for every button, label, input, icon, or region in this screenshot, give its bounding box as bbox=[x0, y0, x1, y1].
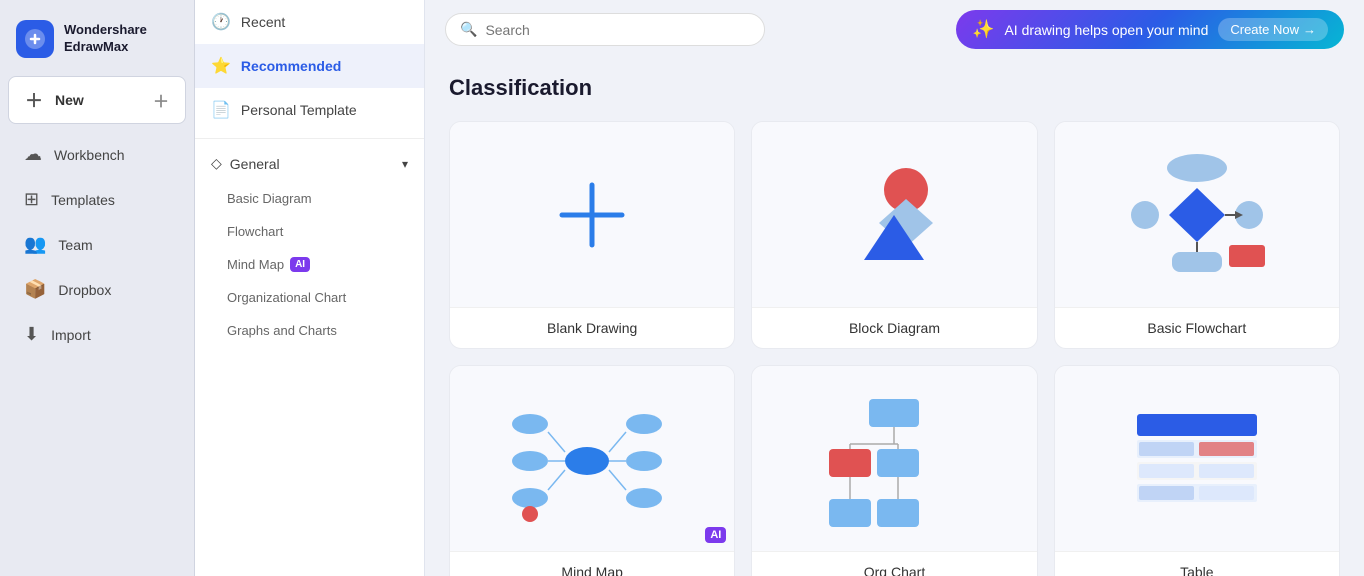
people-icon: 👥 bbox=[24, 234, 46, 255]
mind-map-ai-badge: AI bbox=[705, 527, 726, 543]
org-chart-card[interactable]: Org Chart bbox=[751, 365, 1037, 576]
left-sidebar: Wondershare EdrawMax ＋ New ＋ ☁ Workbench… bbox=[0, 0, 195, 576]
file-icon: 📄 bbox=[211, 100, 231, 120]
main-content: 🔍 ✨ AI drawing helps open your mind Crea… bbox=[425, 0, 1364, 576]
sidebar-item-import[interactable]: ⬇ Import bbox=[8, 314, 186, 355]
sidebar-item-dropbox[interactable]: 📦 Dropbox bbox=[8, 269, 186, 310]
mind-map-visual: AI bbox=[450, 366, 734, 551]
graphs-charts-item[interactable]: Graphs and Charts bbox=[195, 314, 424, 347]
clock-icon: 🕐 bbox=[211, 12, 231, 32]
chevron-down-icon: ▾ bbox=[402, 157, 408, 171]
table-visual bbox=[1055, 366, 1339, 551]
ai-sparkle-icon: ✨ bbox=[972, 19, 994, 40]
recommended-item[interactable]: ⭐ Recommended bbox=[195, 44, 424, 88]
middle-panel: 🕐 Recent ⭐ Recommended 📄 Personal Templa… bbox=[195, 0, 425, 576]
table-label: Table bbox=[1055, 551, 1339, 576]
blank-drawing-label: Blank Drawing bbox=[450, 307, 734, 348]
mind-map-item[interactable]: Mind Map AI bbox=[195, 248, 424, 281]
personal-template-item[interactable]: 📄 Personal Template bbox=[195, 88, 424, 132]
create-now-button[interactable]: Create Now → bbox=[1218, 18, 1328, 41]
search-input[interactable] bbox=[485, 22, 750, 38]
top-bar: 🔍 ✨ AI drawing helps open your mind Crea… bbox=[425, 0, 1364, 59]
org-chart-item[interactable]: Organizational Chart bbox=[195, 281, 424, 314]
blank-drawing-visual bbox=[450, 122, 734, 307]
new-icon: ＋ bbox=[25, 87, 43, 113]
sidebar-item-team[interactable]: 👥 Team bbox=[8, 224, 186, 265]
download-icon: ⬇ bbox=[24, 324, 39, 345]
diamond-icon: ◇ bbox=[211, 155, 222, 172]
general-section-header[interactable]: ◇ General ▾ bbox=[195, 145, 424, 182]
cards-grid: Blank Drawing Block Diagram bbox=[449, 121, 1340, 576]
basic-flowchart-card[interactable]: Basic Flowchart bbox=[1054, 121, 1340, 349]
block-diagram-label: Block Diagram bbox=[752, 307, 1036, 348]
grid-icon: ⊞ bbox=[24, 189, 39, 210]
sidebar-item-workbench[interactable]: ☁ Workbench bbox=[8, 134, 186, 175]
new-plus-icon: ＋ bbox=[153, 88, 169, 112]
search-icon: 🔍 bbox=[460, 21, 477, 38]
star-icon: ⭐ bbox=[211, 56, 231, 76]
recent-item[interactable]: 🕐 Recent bbox=[195, 0, 424, 44]
cloud-icon: ☁ bbox=[24, 144, 42, 165]
block-diagram-visual bbox=[752, 122, 1036, 307]
basic-diagram-item[interactable]: Basic Diagram bbox=[195, 182, 424, 215]
section-title: Classification bbox=[449, 75, 1340, 101]
content-area: Classification Blank Drawing bbox=[425, 59, 1364, 576]
ai-banner[interactable]: ✨ AI drawing helps open your mind Create… bbox=[956, 10, 1344, 49]
app-name: Wondershare EdrawMax bbox=[64, 22, 147, 56]
basic-flowchart-visual bbox=[1055, 122, 1339, 307]
table-card[interactable]: Table bbox=[1054, 365, 1340, 576]
blank-drawing-card[interactable]: Blank Drawing bbox=[449, 121, 735, 349]
flowchart-item[interactable]: Flowchart bbox=[195, 215, 424, 248]
arrow-icon: → bbox=[1303, 22, 1316, 37]
mind-map-label: Mind Map bbox=[450, 551, 734, 576]
mind-map-card[interactable]: AI Mind Map bbox=[449, 365, 735, 576]
org-chart-label: Org Chart bbox=[752, 551, 1036, 576]
logo-area: Wondershare EdrawMax bbox=[0, 12, 194, 74]
sidebar-item-templates[interactable]: ⊞ Templates bbox=[8, 179, 186, 220]
org-chart-visual bbox=[752, 366, 1036, 551]
box-icon: 📦 bbox=[24, 279, 46, 300]
ai-banner-text: AI drawing helps open your mind bbox=[1004, 22, 1208, 38]
new-button[interactable]: ＋ New ＋ bbox=[8, 76, 186, 124]
app-logo-icon bbox=[16, 20, 54, 58]
search-box[interactable]: 🔍 bbox=[445, 13, 765, 46]
divider bbox=[195, 138, 424, 139]
block-diagram-card[interactable]: Block Diagram bbox=[751, 121, 1037, 349]
basic-flowchart-label: Basic Flowchart bbox=[1055, 307, 1339, 348]
ai-badge: AI bbox=[290, 257, 310, 272]
